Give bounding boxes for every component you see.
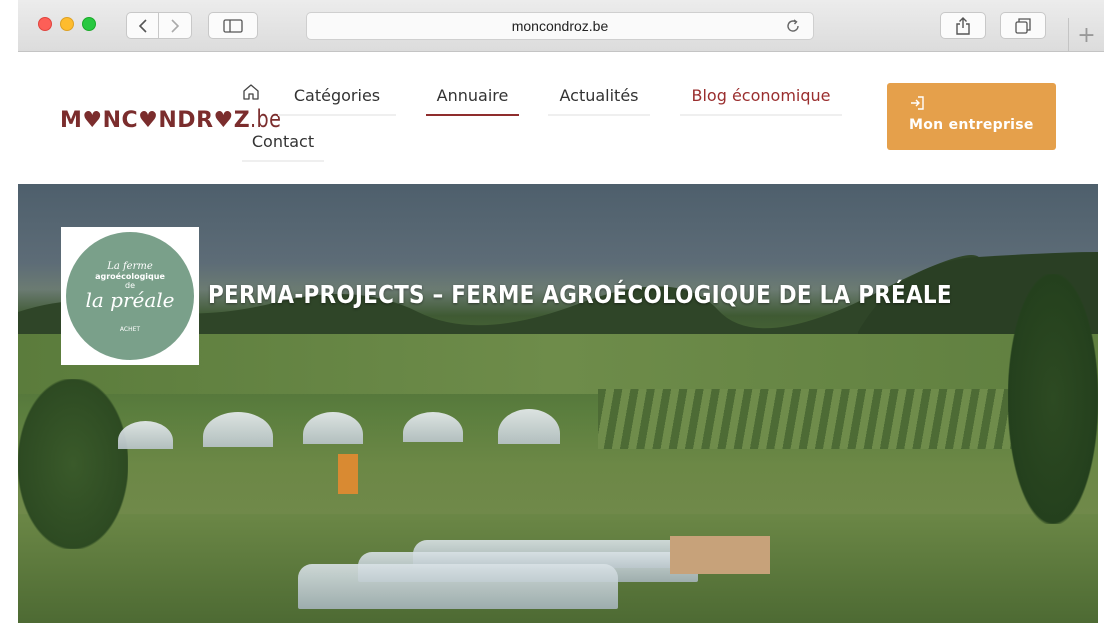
sidebar-toggle-button[interactable] (208, 12, 258, 39)
site-logo[interactable]: M♥NC♥NDR♥Z .be (60, 105, 289, 133)
browser-toolbar: moncondroz.be + (18, 0, 1104, 52)
new-tab-button[interactable]: + (1068, 18, 1104, 52)
greenhouse (203, 412, 273, 447)
logo-wordmark: M♥NC♥NDR♥Z (60, 108, 251, 133)
logo-suffix: .be (250, 105, 282, 133)
farm-shed (670, 536, 770, 574)
nav-label-contact: Contact (251, 132, 315, 151)
flower-strip (338, 454, 358, 494)
history-buttons (126, 12, 192, 39)
plus-icon: + (1077, 22, 1096, 48)
sidebar-icon (223, 18, 243, 33)
nav-label-categories: Catégories (293, 86, 381, 105)
close-window-button[interactable] (38, 17, 52, 31)
nav-item-annuaire[interactable]: Annuaire (426, 86, 519, 116)
greenhouse (498, 409, 560, 444)
window-controls (38, 17, 96, 31)
login-icon (911, 96, 924, 110)
chevron-left-icon (138, 18, 147, 33)
greenhouse (118, 421, 173, 449)
forward-button[interactable] (159, 12, 192, 39)
reload-icon[interactable] (785, 18, 801, 34)
farm-logo-line4: la préale (85, 288, 175, 312)
share-button[interactable] (940, 12, 986, 39)
farm-logo-badge: La ferme agroécologique de la préale ACH… (66, 232, 194, 360)
nav-label-blog: Blog économique (691, 86, 831, 105)
farm-logo-line5: ACHET (119, 326, 141, 333)
mon-entreprise-label: Mon entreprise (909, 117, 1034, 133)
nav-label-actualites: Actualités (559, 86, 639, 105)
minimize-window-button[interactable] (60, 17, 74, 31)
home-icon[interactable] (242, 83, 260, 101)
nav-item-contact[interactable]: Contact (242, 132, 324, 162)
address-bar[interactable]: moncondroz.be (306, 12, 814, 40)
left-tree (18, 379, 128, 549)
nav-item-blog[interactable]: Blog économique (680, 86, 842, 116)
url-text: moncondroz.be (511, 18, 609, 34)
farm-logo-line1: La ferme (107, 261, 153, 272)
greenhouse (403, 412, 463, 442)
tabs-overview-icon (1015, 17, 1031, 34)
polytunnel (298, 564, 618, 609)
share-icon (956, 16, 970, 35)
page-title: PERMA-PROJECTS – FERME AGROÉCOLOGIQUE DE… (208, 280, 952, 309)
farm-logo-line2: agroécologique (95, 272, 165, 281)
nav-item-categories[interactable]: Catégories (278, 86, 396, 116)
chevron-right-icon (171, 18, 180, 33)
mon-entreprise-button[interactable]: Mon entreprise (887, 83, 1056, 150)
farm-logo: La ferme agroécologique de la préale ACH… (61, 227, 199, 365)
site-header: M♥NC♥NDR♥Z .be Catégories Annuaire Actual… (18, 53, 1098, 183)
show-tabs-button[interactable] (1000, 12, 1046, 39)
crop-rows (598, 389, 1018, 449)
zoom-window-button[interactable] (82, 17, 96, 31)
nav-item-actualites[interactable]: Actualités (548, 86, 650, 116)
right-tree (1008, 274, 1098, 524)
nav-label-annuaire: Annuaire (436, 86, 509, 105)
back-button[interactable] (126, 12, 159, 39)
greenhouse (303, 412, 363, 444)
hero-banner: La ferme agroécologique de la préale ACH… (18, 184, 1098, 623)
